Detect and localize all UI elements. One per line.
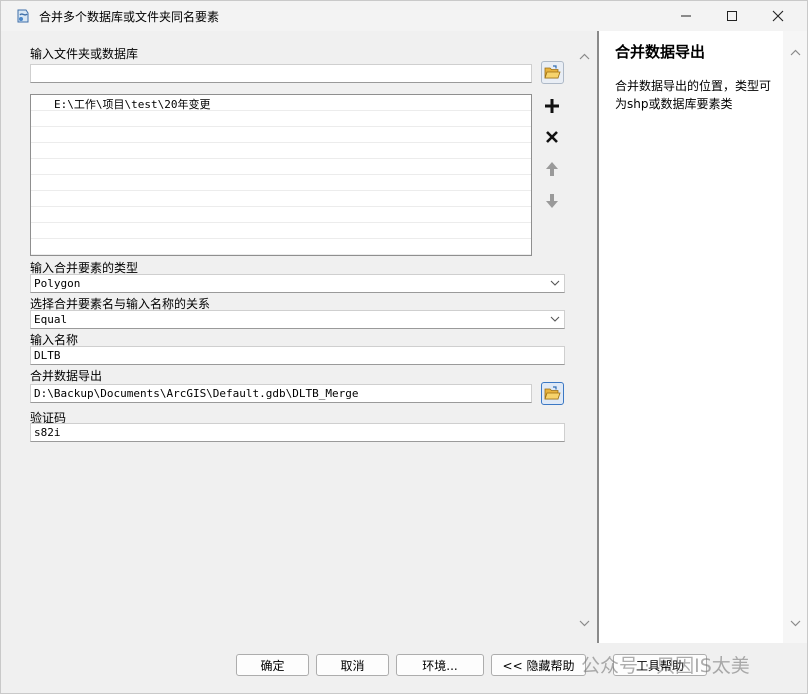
close-icon	[772, 10, 784, 22]
chevron-up-icon[interactable]	[579, 53, 590, 61]
list-item[interactable]	[31, 175, 531, 191]
chevron-down-icon	[550, 280, 560, 286]
minimize-button[interactable]	[663, 1, 709, 31]
chevron-up-icon[interactable]	[790, 49, 801, 57]
hide-help-button[interactable]: << 隐藏帮助	[491, 654, 586, 676]
open-folder-icon	[544, 65, 561, 79]
button-bar: 确定 取消 环境... << 隐藏帮助 工具帮助 公众号 · 只因IS太美	[1, 643, 807, 693]
list-item[interactable]	[31, 223, 531, 239]
watermark: 公众号 · 只因IS太美	[581, 655, 750, 677]
list-item[interactable]	[31, 207, 531, 223]
output-label: 合并数据导出	[30, 369, 103, 383]
window-title: 合并多个数据库或文件夹同名要素	[39, 10, 220, 24]
help-description: 合并数据导出的位置，类型可为shp或数据库要素类	[615, 79, 772, 111]
help-title: 合并数据导出	[615, 43, 706, 61]
input-folder-label: 输入文件夹或数据库	[30, 47, 139, 61]
chevron-down-icon	[550, 316, 560, 322]
merge-type-select[interactable]: Polygon	[30, 274, 565, 293]
list-item[interactable]	[31, 191, 531, 207]
add-item-button[interactable]	[541, 95, 563, 117]
output-field[interactable]: D:\Backup\Documents\ArcGIS\Default.gdb\D…	[30, 384, 532, 403]
list-item[interactable]: E:\工作\项目\test\20年变更	[31, 95, 531, 111]
open-folder-icon	[544, 386, 561, 400]
input-list[interactable]: E:\工作\项目\test\20年变更	[30, 94, 532, 256]
chevron-down-icon[interactable]	[579, 619, 590, 627]
input-name-field[interactable]: DLTB	[30, 346, 565, 365]
environment-button[interactable]: 环境...	[396, 654, 484, 676]
title-bar: 合并多个数据库或文件夹同名要素	[1, 1, 807, 31]
browse-input-folder-button[interactable]	[541, 61, 564, 84]
plus-icon	[545, 99, 559, 113]
help-scrollbar[interactable]	[783, 31, 807, 643]
list-item[interactable]	[31, 159, 531, 175]
minimize-icon	[681, 15, 691, 17]
tool-dialog-window: 合并多个数据库或文件夹同名要素 输入文件夹或数据库 E:\工作\项目\test\…	[0, 0, 808, 694]
arrow-up-icon	[546, 162, 558, 176]
parameters-scrollbar[interactable]	[573, 41, 595, 641]
remove-item-button[interactable]	[541, 126, 563, 148]
list-item[interactable]	[31, 111, 531, 127]
merge-type-value: Polygon	[34, 277, 81, 290]
maximize-button[interactable]	[709, 1, 755, 31]
browse-output-button[interactable]	[541, 382, 564, 405]
help-panel: 合并数据导出 合并数据导出的位置，类型可为shp或数据库要素类	[599, 31, 783, 643]
ok-button[interactable]: 确定	[236, 654, 309, 676]
list-item[interactable]	[31, 239, 531, 255]
arrow-down-icon	[546, 194, 558, 208]
move-down-button[interactable]	[541, 190, 563, 212]
verify-code-field[interactable]: s82i	[30, 423, 565, 442]
list-item[interactable]	[31, 143, 531, 159]
parameters-panel: 输入文件夹或数据库 E:\工作\项目\test\20年变更 输入合并要素的类型 …	[1, 31, 597, 643]
list-item[interactable]	[31, 127, 531, 143]
maximize-icon	[727, 11, 737, 21]
chevron-down-icon[interactable]	[790, 619, 801, 627]
relation-value: Equal	[34, 313, 68, 326]
delete-icon	[546, 131, 558, 143]
input-folder-field[interactable]	[30, 64, 532, 83]
cancel-button[interactable]: 取消	[316, 654, 389, 676]
close-button[interactable]	[755, 1, 801, 31]
relation-select[interactable]: Equal	[30, 310, 565, 329]
arctoolbox-icon	[17, 9, 29, 23]
move-up-button[interactable]	[541, 158, 563, 180]
